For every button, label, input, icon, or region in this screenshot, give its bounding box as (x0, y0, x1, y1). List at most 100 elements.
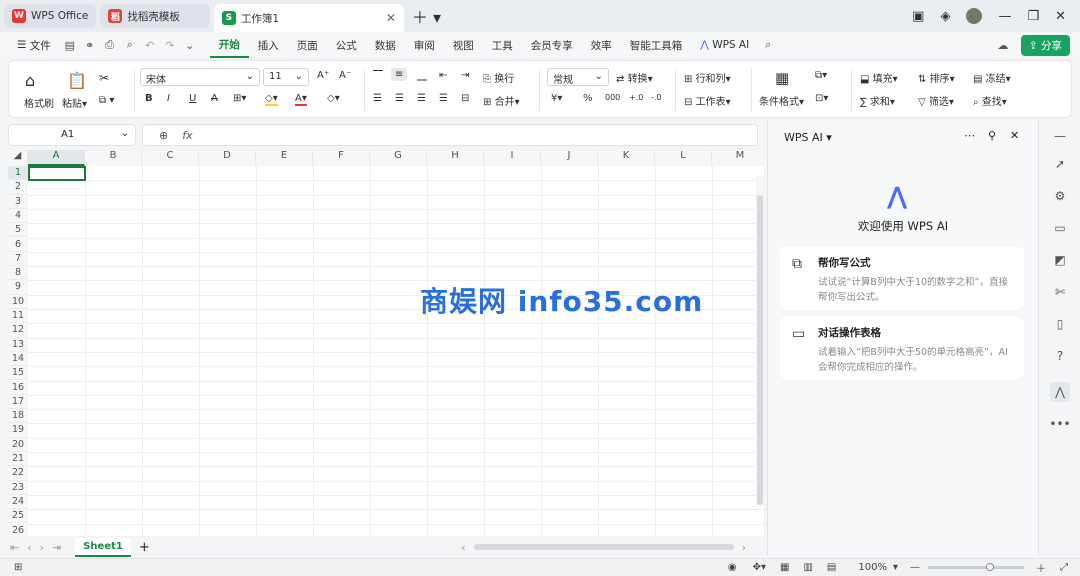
more-options-icon[interactable]: ⋯ (964, 129, 975, 142)
zoom-slider-thumb[interactable] (986, 563, 994, 571)
percent-icon[interactable]: % (583, 93, 593, 104)
row-header[interactable]: 14 (8, 351, 28, 367)
clear-icon[interactable]: ◇▾ (327, 93, 340, 104)
menu-smart-toolbox[interactable]: 智能工具箱 (621, 32, 692, 58)
wrap-button[interactable]: ⎘ 换行 (483, 70, 514, 85)
row-header[interactable]: 23 (8, 480, 28, 495)
tab-wps-office[interactable]: W WPS Office (4, 4, 97, 28)
row-header[interactable]: 13 (8, 337, 28, 352)
tab-docer[interactable]: 稻找稻壳模板 (100, 4, 210, 28)
row-header[interactable]: 4 (8, 208, 28, 224)
menu-insert[interactable]: 插入 (249, 32, 288, 58)
spreadsheet-grid[interactable]: ◢ ABCDEFGHIJKLM 1 2 3 4 5 6 7 8 9 10 11 12 13 14 15 16 1… (8, 150, 764, 536)
ai-sidebar-icon[interactable]: ⋀ (1050, 382, 1070, 402)
align-center-icon[interactable]: ☰ (395, 93, 404, 104)
horizontal-scrollbar[interactable] (473, 544, 734, 550)
decimal-decrease-icon[interactable]: -.0 (651, 93, 662, 102)
align-right-icon[interactable]: ☰ (417, 93, 426, 104)
share-button[interactable]: ⇪ 分享 (1020, 34, 1070, 56)
comment-icon[interactable]: ▭ (1050, 218, 1070, 238)
currency-icon[interactable]: ¥▾ (551, 93, 562, 104)
column-header[interactable]: H (427, 150, 484, 166)
column-header[interactable]: D (199, 150, 256, 166)
tools-icon[interactable]: ✄ (1050, 282, 1070, 302)
sort-button[interactable]: ⇅ 排序▾ (918, 70, 955, 85)
zoom-level[interactable]: 100% (858, 562, 887, 573)
restore-icon[interactable]: ❐ (1027, 9, 1039, 24)
distributed-icon[interactable]: ⊟ (461, 93, 469, 104)
close-tab-icon[interactable]: ✕ (346, 11, 396, 25)
close-window-icon[interactable]: ✕ (1055, 9, 1066, 24)
row-header[interactable]: 10 (8, 294, 28, 309)
scroll-thumb[interactable] (757, 195, 763, 505)
menu-review[interactable]: 审阅 (405, 32, 444, 58)
fill-button[interactable]: ⬓ 填充▾ (860, 70, 898, 85)
column-header[interactable]: G (370, 150, 427, 166)
close-panel-icon[interactable]: ✕ (1010, 129, 1019, 142)
column-header[interactable]: J (541, 150, 598, 166)
zoom-slider[interactable] (928, 563, 1024, 571)
column-header[interactable]: E (256, 150, 313, 166)
row-header[interactable]: 22 (8, 466, 28, 481)
menu-home[interactable]: 开始 (209, 32, 249, 58)
decrease-font-icon[interactable]: A⁻ (339, 70, 351, 81)
menu-tools[interactable]: 工具 (483, 32, 522, 58)
layout-icon[interactable]: ▣ (912, 9, 924, 24)
active-cell[interactable] (28, 166, 86, 181)
link-icon[interactable]: ⚭ (80, 39, 100, 52)
border-icon[interactable]: ⊞▾ (233, 93, 246, 104)
cell-style-icon[interactable]: ⧉▾ (815, 70, 827, 81)
column-header[interactable]: A (28, 150, 85, 166)
align-middle-icon[interactable]: ≡ (391, 68, 408, 81)
search-icon[interactable]: ⌕ (758, 38, 778, 52)
worksheet-button[interactable]: ⊟ 工作表▾ (684, 93, 731, 108)
column-header[interactable]: F (313, 150, 370, 166)
cube-icon[interactable]: ◈ (940, 9, 950, 24)
pin-icon[interactable]: ⚲ (988, 129, 996, 142)
indent-decrease-icon[interactable]: ⇤ (439, 70, 447, 81)
row-header[interactable]: 19 (8, 423, 28, 438)
row-header[interactable]: 6 (8, 237, 28, 252)
collapse-icon[interactable]: — (1050, 126, 1070, 146)
copy-icon[interactable]: ⧉ ▾ (99, 95, 114, 106)
row-header[interactable]: 17 (8, 394, 28, 410)
row-header[interactable]: 18 (8, 409, 28, 424)
row-header[interactable]: 24 (8, 494, 28, 510)
menu-wps-ai[interactable]: ⋀ WPS AI (691, 32, 758, 58)
more-icon[interactable]: ⌄ (180, 39, 200, 52)
print-icon[interactable]: ⎙ (100, 38, 120, 52)
sheet-nav-icons[interactable]: ⇤‹›⇥ (10, 541, 69, 554)
cond-format-button[interactable]: 条件格式▾ (759, 93, 804, 108)
freeze-button[interactable]: ▤ 冻结▾ (973, 70, 1011, 85)
row-header[interactable]: 12 (8, 323, 28, 338)
hscroll-left-icon[interactable]: ‹ (461, 541, 465, 554)
indent-increase-icon[interactable]: ⇥ (461, 70, 469, 81)
strikethrough-icon[interactable]: A (211, 93, 218, 104)
column-header[interactable]: I (484, 150, 541, 166)
preview-icon[interactable]: ⌕ (120, 38, 140, 52)
save-icon[interactable]: ▤ (60, 39, 80, 52)
align-bottom-icon[interactable]: ⎽ (417, 70, 427, 81)
redo-icon[interactable]: ↷ (160, 39, 180, 52)
column-header[interactable]: M (712, 150, 764, 166)
menu-view[interactable]: 视图 (444, 32, 483, 58)
cursor-icon[interactable]: ➚ (1050, 154, 1070, 174)
row-header[interactable]: 1 (8, 166, 28, 181)
chart-icon[interactable]: ◩ (1050, 250, 1070, 270)
page-layout-icon[interactable]: ▥ (803, 562, 812, 573)
bold-icon[interactable]: B (145, 93, 153, 104)
row-header[interactable]: 2 (8, 180, 28, 195)
macro-icon[interactable]: ⊞ (14, 562, 22, 573)
row-header[interactable]: 5 (8, 223, 28, 238)
table-style-icon[interactable]: ⊡▾ (815, 93, 828, 104)
sum-button[interactable]: ∑ 求和▾ (860, 93, 895, 108)
row-header[interactable]: 15 (8, 366, 28, 381)
cell-mode-icon[interactable]: ✥▾ (753, 562, 766, 573)
find-button[interactable]: ⌕ 查找▾ (973, 93, 1007, 108)
merge-button[interactable]: ⊞ 合并▾ (483, 93, 520, 108)
format-painter-button[interactable]: 格式刷 (24, 95, 54, 110)
normal-view-icon[interactable]: ▦ (780, 562, 789, 573)
file-menu[interactable]: ☰ 文件 (8, 32, 60, 58)
ai-panel-title[interactable]: WPS AI ▾ (784, 131, 832, 144)
minimize-icon[interactable]: — (998, 9, 1011, 24)
